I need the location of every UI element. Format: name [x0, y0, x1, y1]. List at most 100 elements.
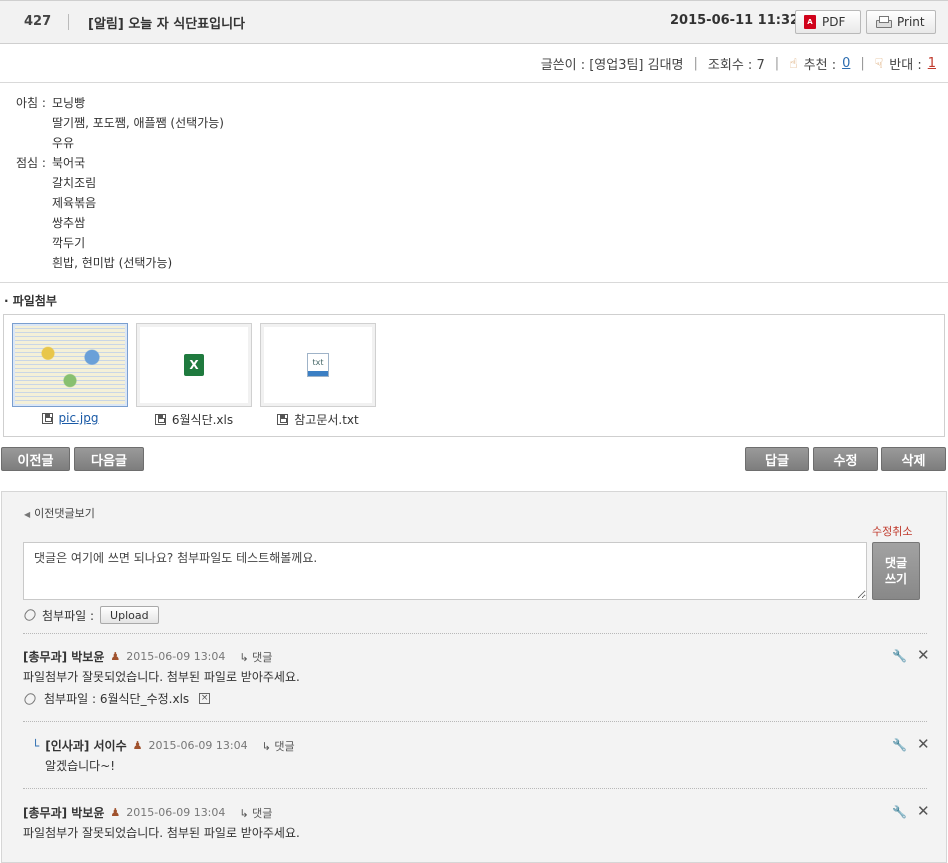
- reply-indent-icon: └: [32, 738, 40, 753]
- print-label: Print: [897, 15, 925, 29]
- attachments-title: · 파일첨부: [4, 294, 57, 308]
- attachment-name[interactable]: pic.jpg: [59, 411, 99, 425]
- divider: [0, 82, 948, 83]
- post-header: 427 [알림] 오늘 자 식단표입니다 2015-06-11 11:32 A …: [0, 0, 948, 44]
- wrench-icon[interactable]: 🔧: [892, 738, 907, 752]
- meta-separator: |: [774, 56, 780, 71]
- pdf-icon: A: [804, 15, 816, 29]
- comment-actions: 🔧 ✕: [892, 804, 930, 819]
- comment-header: [총무과] 박보윤 ♟ 2015-06-09 13:04 ↳ 댓글: [23, 804, 272, 821]
- menu-item: 깍두기: [52, 236, 86, 250]
- user-icon: ♟: [132, 739, 143, 752]
- caret-left-icon: ◀: [24, 510, 31, 519]
- thumbs-down-icon[interactable]: ☟: [875, 56, 884, 72]
- print-button[interactable]: Print: [866, 10, 936, 34]
- attachment-name[interactable]: 참고문서.txt: [294, 411, 359, 428]
- comment-header: └ [인사과] 서이수 ♟ 2015-06-09 13:04 ↳ 댓글: [32, 737, 295, 754]
- comment-author: [총무과] 박보윤: [23, 650, 105, 664]
- comment-text: 알겠습니다~!: [45, 759, 116, 773]
- reply-comment-link[interactable]: ↳ 댓글: [239, 805, 272, 821]
- meta-separator: |: [693, 56, 698, 71]
- attachment-name[interactable]: 6월식단.xls: [172, 411, 233, 428]
- file-thumbnail[interactable]: X: [136, 323, 252, 407]
- reply-button[interactable]: 답글: [745, 447, 809, 471]
- comment-text: 파일첨부가 잘못되었습니다. 첨부된 파일로 받아주세요.: [23, 670, 300, 684]
- comment-divider: [23, 721, 927, 722]
- menu-item: 모닝빵: [52, 96, 86, 110]
- attachment-label-row: pic.jpg: [12, 411, 128, 425]
- post-date: 2015-06-11 11:32: [670, 13, 800, 28]
- header-divider: [68, 14, 69, 30]
- meta-separator: |: [860, 56, 865, 71]
- comment-date: 2015-06-09 13:04: [126, 650, 226, 663]
- submit-comment-button[interactable]: 댓글 쓰기: [872, 542, 920, 600]
- save-disk-icon[interactable]: [277, 414, 289, 425]
- attachment-label-row: 참고문서.txt: [260, 411, 376, 428]
- next-post-button[interactable]: 다음글: [74, 447, 144, 471]
- cancel-edit-link[interactable]: 수정취소: [872, 523, 912, 539]
- edit-button[interactable]: 수정: [813, 447, 878, 471]
- save-disk-icon[interactable]: [154, 414, 166, 425]
- comment-author: [인사과] 서이수: [45, 739, 127, 753]
- comment-actions: 🔧 ✕: [892, 737, 930, 752]
- menu-item: 쌍추쌈: [52, 216, 86, 230]
- close-icon[interactable]: ✕: [917, 804, 930, 819]
- user-icon: ♟: [110, 806, 121, 819]
- menu-item: 북어국: [52, 156, 86, 170]
- menu-category: 점심 :: [16, 156, 46, 170]
- comment-text: 파일첨부가 잘못되었습니다. 첨부된 파일로 받아주세요.: [23, 826, 300, 840]
- attachment-label-row: 6월식단.xls: [136, 411, 252, 428]
- upload-button[interactable]: Upload: [100, 606, 159, 624]
- txt-icon: txt: [307, 353, 329, 377]
- attachment-item[interactable]: txt 참고문서.txt: [260, 323, 376, 428]
- comment-author: [총무과] 박보윤: [23, 806, 105, 820]
- attachments-box: pic.jpg X 6월식단.xls txt 참고문서.txt: [3, 314, 945, 437]
- user-icon: ♟: [110, 650, 121, 663]
- paperclip-icon: [22, 690, 38, 707]
- oppose-count[interactable]: 1: [928, 56, 936, 71]
- comment-date: 2015-06-09 13:04: [126, 806, 226, 819]
- recommend-count[interactable]: 0: [842, 56, 850, 71]
- menu-category: 아침 :: [16, 96, 46, 110]
- close-icon[interactable]: ✕: [917, 737, 930, 752]
- attach-label: 첨부파일 :: [42, 608, 95, 623]
- image-thumbnail[interactable]: [12, 323, 128, 407]
- post-number: 427: [24, 14, 52, 29]
- menu-item: 우유: [52, 136, 75, 150]
- post-title: [알림] 오늘 자 식단표입니다: [88, 17, 246, 32]
- close-icon[interactable]: ✕: [917, 648, 930, 663]
- post-meta: 글쓴이 : [영업3팀] 김대명 | 조회수 : 7 | ☝ 추천 : 0 | …: [540, 54, 936, 74]
- oppose-label: 반대 :: [889, 58, 922, 73]
- excel-icon: X: [184, 354, 204, 376]
- comment-attachment: 첨부파일 : 6월식단_수정.xls ×: [22, 690, 211, 707]
- menu-item: 딸기쨈, 포도쨈, 애플쨈 (선택가능): [52, 116, 224, 130]
- wrench-icon[interactable]: 🔧: [892, 649, 907, 663]
- pdf-label: PDF: [822, 15, 846, 29]
- author-info: 글쓴이 : [영업3팀] 김대명: [540, 58, 684, 73]
- prev-comments-label: 이전댓글보기: [34, 507, 95, 520]
- comment-attach-row: 첨부파일 : Upload: [22, 606, 159, 624]
- comment-header: [총무과] 박보윤 ♟ 2015-06-09 13:04 ↳ 댓글: [23, 648, 272, 665]
- reply-comment-link[interactable]: ↳ 댓글: [262, 738, 295, 754]
- prev-post-button[interactable]: 이전글: [1, 447, 70, 471]
- view-count: 조회수 : 7: [707, 58, 765, 73]
- comments-panel: ◀이전댓글보기 수정취소 댓글 쓰기 첨부파일 : Upload [총무과] 박…: [1, 491, 947, 863]
- attachment-item[interactable]: X 6월식단.xls: [136, 323, 252, 428]
- pdf-button[interactable]: A PDF: [795, 10, 861, 34]
- comment-attachment-name[interactable]: 첨부파일 : 6월식단_수정.xls: [44, 690, 189, 707]
- comment-divider: [23, 788, 927, 789]
- paperclip-icon: [22, 607, 38, 623]
- delete-button[interactable]: 삭제: [881, 447, 946, 471]
- prev-comments-link[interactable]: ◀ 이전댓글보기: [24, 505, 95, 521]
- menu-item: 제육볶음: [52, 196, 97, 210]
- file-thumbnail[interactable]: txt: [260, 323, 376, 407]
- attachment-item[interactable]: pic.jpg: [12, 323, 128, 425]
- remove-attachment-icon[interactable]: ×: [199, 693, 211, 704]
- recommend-label: 추천 :: [803, 58, 837, 73]
- reply-comment-link[interactable]: ↳ 댓글: [239, 649, 272, 665]
- menu-item: 흰밥, 현미밥 (선택가능): [52, 256, 173, 270]
- wrench-icon[interactable]: 🔧: [892, 805, 907, 819]
- save-disk-icon[interactable]: [41, 412, 53, 424]
- comment-input[interactable]: [23, 542, 867, 600]
- thumbs-up-icon[interactable]: ☝: [789, 56, 798, 72]
